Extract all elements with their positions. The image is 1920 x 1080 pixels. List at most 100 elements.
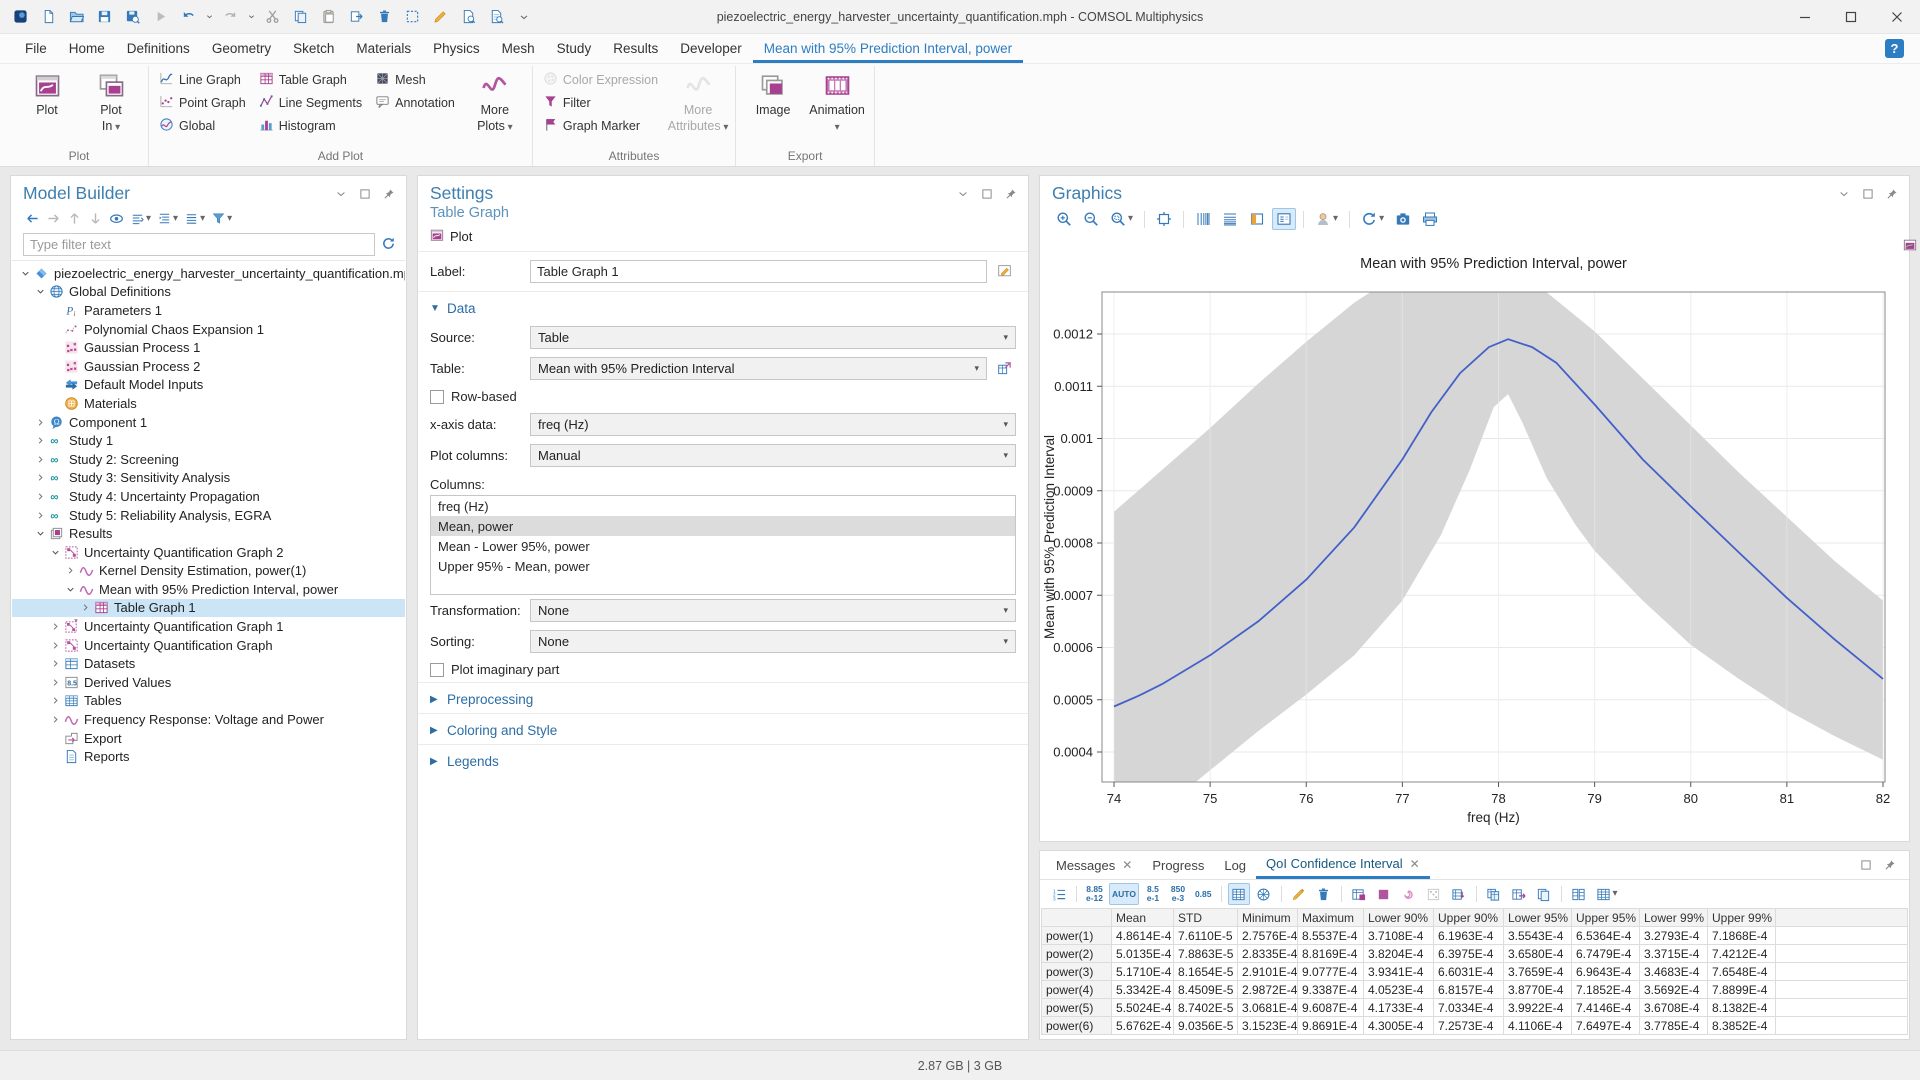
checkbox-box[interactable] (430, 390, 444, 404)
dropdown-caret-icon[interactable] (204, 5, 214, 29)
table-cell[interactable]: 7.6110E-5 (1174, 927, 1238, 945)
animation-button[interactable]: Animation ▾ (806, 66, 868, 140)
tab-messages[interactable]: Messages✕ (1046, 851, 1142, 879)
row-indices-button[interactable]: 123 (1048, 883, 1070, 905)
table-cell[interactable]: 3.1523E-4 (1238, 1017, 1298, 1035)
x-log-scale-button[interactable] (1191, 208, 1215, 230)
table-cell[interactable]: 7.4146E-4 (1572, 999, 1640, 1017)
delete-button[interactable] (372, 5, 396, 29)
table-cell[interactable]: 8.8169E-4 (1298, 945, 1364, 963)
table-cell[interactable]: 7.8863E-5 (1174, 945, 1238, 963)
menu-developer[interactable]: Developer (669, 34, 753, 63)
precision-decimal-button[interactable]: 0.85 (1192, 883, 1215, 905)
app-logo-button[interactable] (8, 5, 32, 29)
section-legends[interactable]: ▶Legends (418, 744, 1028, 775)
column-header-std[interactable]: STD (1174, 909, 1238, 927)
table-cell[interactable]: 6.3975E-4 (1434, 945, 1504, 963)
table-cell[interactable]: 3.5543E-4 (1504, 927, 1572, 945)
redo-button[interactable] (218, 5, 242, 29)
columns-option[interactable]: freq (Hz) (431, 496, 1015, 516)
table-cell[interactable]: 9.6087E-4 (1298, 999, 1364, 1017)
checkbox-plot-imaginary-part[interactable]: Plot imaginary part (418, 657, 1028, 682)
columns-option[interactable]: Mean, power (431, 516, 1015, 536)
select-table[interactable]: Mean with 95% Prediction Interval▾ (530, 357, 987, 380)
table-cell[interactable]: 3.8770E-4 (1504, 981, 1572, 999)
preview-table-button[interactable] (484, 5, 508, 29)
table-row[interactable]: power(4)5.3342E-48.4509E-52.9872E-49.338… (1042, 981, 1908, 999)
copy-button[interactable] (288, 5, 312, 29)
table-cell[interactable]: 7.4212E-4 (1708, 945, 1776, 963)
tree-item-table-graph-1[interactable]: Table Graph 1 (12, 599, 405, 618)
table-cell[interactable]: 4.1733E-4 (1364, 999, 1434, 1017)
expand-all-button[interactable]: ▾ (155, 209, 180, 228)
label-input[interactable]: Table Graph 1 (530, 260, 987, 283)
plot-in-button[interactable]: PlotIn ▾ (80, 66, 142, 140)
table-cell[interactable]: 3.0681E-4 (1238, 999, 1298, 1017)
preview-doc-button[interactable] (456, 5, 480, 29)
pin-panel-button[interactable] (1885, 187, 1899, 201)
line-graph-button[interactable]: Line Graph (155, 68, 253, 91)
table-cell[interactable]: 7.0334E-4 (1434, 999, 1504, 1017)
point-graph-button[interactable]: Point Graph (155, 91, 253, 114)
table-row[interactable]: power(5)5.5024E-48.7402E-53.0681E-49.608… (1042, 999, 1908, 1017)
table-cell[interactable]: 8.4509E-5 (1174, 981, 1238, 999)
tree-item-study-4-uncertainty-propagation[interactable]: ∞Study 4: Uncertainty Propagation (12, 487, 405, 506)
tree-item-polynomial-chaos-expansion-1[interactable]: Polynomial Chaos Expansion 1 (12, 320, 405, 339)
table-cell[interactable]: 2.9872E-4 (1238, 981, 1298, 999)
table-cell[interactable]: 3.6580E-4 (1504, 945, 1572, 963)
tree-item-parameters-1[interactable]: PiParameters 1 (12, 301, 405, 320)
table-row[interactable]: power(1)4.8614E-47.6110E-52.7576E-48.553… (1042, 927, 1908, 945)
tree-item-piezoelectric-energy-harvester-uncertainty-quantification-mph[interactable]: piezoelectric_energy_harvester_uncertain… (12, 264, 405, 283)
chevron-down-icon[interactable] (48, 547, 63, 558)
chevron-right-icon[interactable] (78, 602, 93, 613)
menu-geometry[interactable]: Geometry (201, 34, 282, 63)
chevron-right-icon[interactable] (48, 658, 63, 669)
cell-color-button[interactable] (1373, 883, 1395, 905)
table-cell[interactable]: 6.5364E-4 (1572, 927, 1640, 945)
tree-item-gaussian-process-2[interactable]: Gaussian Process 2 (12, 357, 405, 376)
table-cell[interactable]: 3.8204E-4 (1364, 945, 1434, 963)
table-cell[interactable]: 9.3387E-4 (1298, 981, 1364, 999)
close-tab-icon[interactable]: ✕ (1122, 858, 1132, 872)
polar-wheel-button[interactable] (1253, 883, 1275, 905)
table-cell[interactable]: 3.5692E-4 (1640, 981, 1708, 999)
sparse-view-button[interactable] (1423, 883, 1445, 905)
arrow-down-button[interactable] (86, 209, 105, 228)
collapse-all-button[interactable]: ▾ (128, 209, 153, 228)
table-graph-button[interactable]: Table Graph (255, 68, 369, 91)
tree-item-export[interactable]: Export (12, 729, 405, 748)
table-cell[interactable]: 7.6548E-4 (1708, 963, 1776, 981)
tree-item-uncertainty-quantification-graph-2[interactable]: Uncertainty Quantification Graph 2 (12, 543, 405, 562)
filter-button[interactable]: Filter (539, 91, 665, 114)
table-cell[interactable]: 3.2793E-4 (1640, 927, 1708, 945)
tree-item-default-model-inputs[interactable]: Default Model Inputs (12, 376, 405, 395)
export-table-button[interactable] (1508, 883, 1530, 905)
table-cell[interactable]: 3.7785E-4 (1640, 1017, 1708, 1035)
chevron-right-icon[interactable] (48, 677, 63, 688)
column-header-mean[interactable]: Mean (1112, 909, 1174, 927)
new-file-button[interactable] (36, 5, 60, 29)
close-tab-icon[interactable]: ✕ (1410, 857, 1420, 871)
plot-button[interactable]: Plot (16, 66, 78, 140)
table-cell[interactable]: 4.1106E-4 (1504, 1017, 1572, 1035)
float-panel-button[interactable] (1861, 187, 1875, 201)
section-coloring-and-style[interactable]: ▶Coloring and Style (418, 713, 1028, 744)
scene-settings-button[interactable]: ▾ (1311, 208, 1342, 230)
help-button[interactable]: ? (1885, 39, 1904, 58)
float-panel-button[interactable] (1859, 858, 1873, 872)
tree-item-global-definitions[interactable]: Global Definitions (12, 283, 405, 302)
menu-mesh[interactable]: Mesh (491, 34, 546, 63)
column-header-upper-90-[interactable]: Upper 90% (1434, 909, 1504, 927)
column-header-lower-90-[interactable]: Lower 90% (1364, 909, 1434, 927)
precision-engineering-button[interactable]: 8.5e-1 (1142, 883, 1164, 905)
annotation-button[interactable]: Annotation (371, 91, 462, 114)
tree-item-uncertainty-quantification-graph[interactable]: Uncertainty Quantification Graph (12, 636, 405, 655)
tree-item-study-3-sensitivity-analysis[interactable]: ∞Study 3: Sensitivity Analysis (12, 469, 405, 488)
color-expression-button[interactable]: Color Expression (539, 68, 665, 91)
minimize-button[interactable] (1782, 0, 1828, 33)
rename-label-button[interactable] (992, 261, 1016, 283)
menu-contextual-plot-tab[interactable]: Mean with 95% Prediction Interval, power (753, 34, 1023, 63)
column-header-maximum[interactable]: Maximum (1298, 909, 1364, 927)
menu-file[interactable]: File (14, 34, 58, 63)
menu-physics[interactable]: Physics (422, 34, 491, 63)
